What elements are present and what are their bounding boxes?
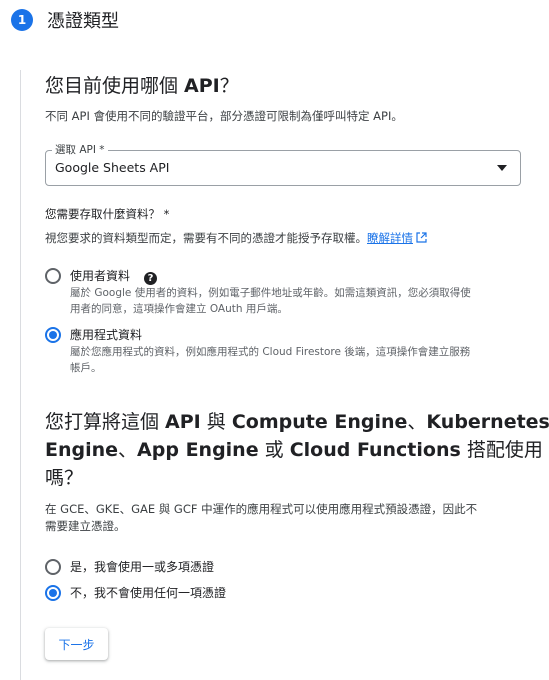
next-button[interactable]: 下一步 [45,628,108,660]
open-in-new-icon [416,232,427,243]
api-description: 不同 API 會使用不同的驗證平台，部分憑證可限制為僅呼叫特定 API。 [45,109,403,123]
compute-heading: 您打算將這個 API 與 Compute Engine、Kubernetes E… [45,411,549,489]
step-header: 1 憑證類型 [11,8,119,32]
step-title: 憑證類型 [47,11,119,32]
radio-yes-label: 是，我會使用一或多項憑證 [70,560,215,574]
data-description: 視您要求的資料類型而定，需要有不同的憑證才能授予存取權。瞭解詳情 [45,230,427,246]
radio-user-data-label: 使用者資料 [70,269,131,283]
radio-button-checked[interactable] [45,327,61,343]
compute-description: 在 GCE、GKE、GAE 與 GCF 中運作的應用程式可以使用應用程式預設憑證… [45,502,478,533]
learn-more-link[interactable]: 瞭解詳情 [367,231,413,245]
dropdown-arrow-icon [497,165,507,171]
step-rail [20,70,21,680]
radio-app-data-label: 應用程式資料 [70,328,143,342]
radio-app-data[interactable]: 應用程式資料 屬於您應用程式的資料，例如應用程式的 Cloud Firestor… [45,327,470,376]
api-select-label: 選取 API * [52,143,108,157]
api-select[interactable]: 選取 API * Google Sheets API [45,143,521,186]
radio-user-data-sub: 屬於 Google 使用者的資料，例如電子郵件地址或年齡。如需這類資訊，您必須取… [70,287,471,299]
help-circle-icon[interactable]: ? [144,272,158,285]
radio-button[interactable] [45,268,61,284]
data-question: 您需要存取什麼資料？ * [45,207,170,221]
radio-button-checked[interactable] [45,585,61,601]
radio-no-label: 不，我不會使用任何一項憑證 [70,586,227,600]
api-heading: 您目前使用哪個 API？ [45,75,239,97]
api-select-value: Google Sheets API [55,160,170,175]
radio-app-data-sub2: 帳戶。 [70,362,102,374]
radio-button[interactable] [45,559,61,575]
radio-user-data[interactable]: 使用者資料? 屬於 Google 使用者的資料，例如電子郵件地址或年齡。如需這類… [45,268,471,317]
radio-user-data-sub2: 用者的同意，這項操作會建立 OAuth 用戶端。 [70,303,288,315]
radio-yes-credentials[interactable]: 是，我會使用一或多項憑證 [45,559,214,576]
radio-no-credentials[interactable]: 不，我不會使用任何一項憑證 [45,585,226,602]
radio-app-data-sub: 屬於您應用程式的資料，例如應用程式的 Cloud Firestore 後端，這項… [70,346,471,358]
step-number-badge: 1 [11,9,33,31]
